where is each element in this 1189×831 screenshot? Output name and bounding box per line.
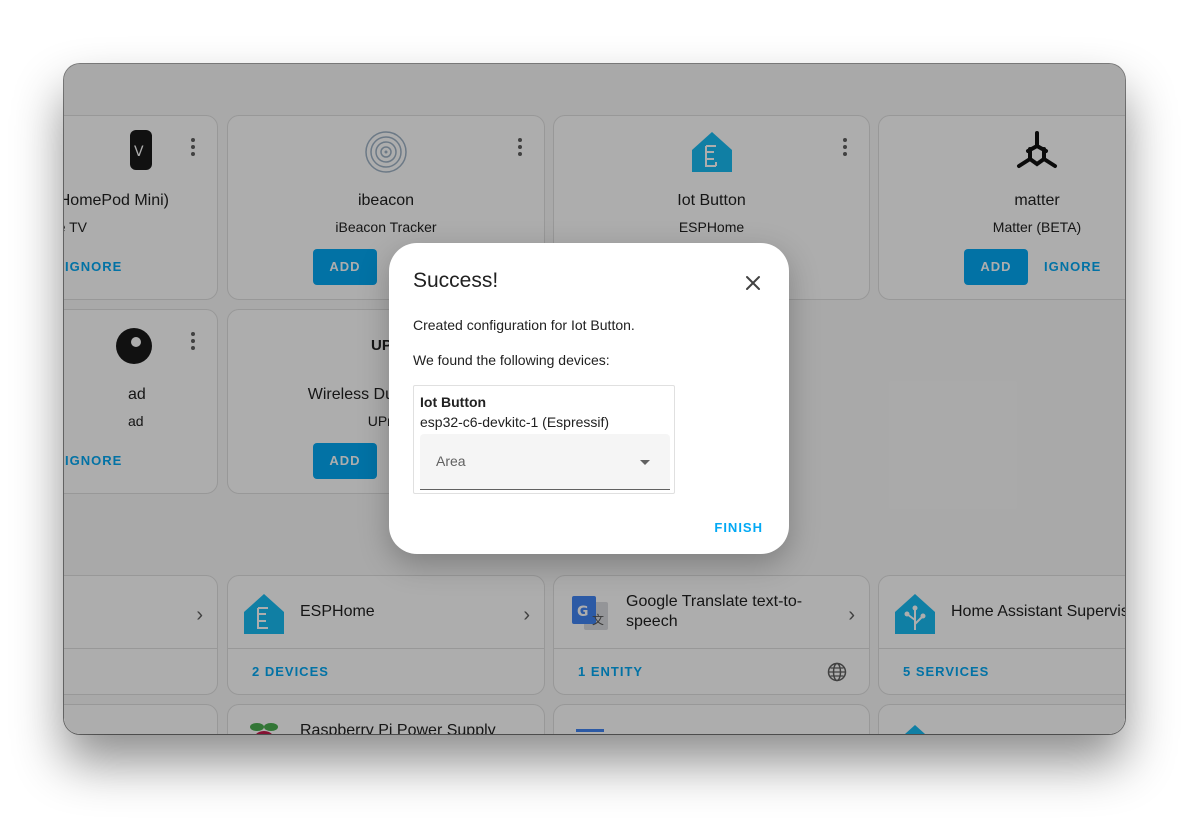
area-select[interactable]: Area: [420, 434, 670, 490]
success-dialog: Success! Created configuration for Iot B…: [389, 243, 789, 554]
app-window: V HomePod Mini) e TV IGNORE ibeacon iBea…: [64, 64, 1125, 734]
area-select-label: Area: [436, 453, 466, 469]
finish-button[interactable]: FINISH: [714, 520, 763, 535]
close-icon[interactable]: [745, 275, 761, 291]
device-name: Iot Button: [420, 394, 487, 410]
dialog-title: Success!: [413, 269, 499, 292]
dropdown-arrow-icon: [640, 460, 650, 465]
device-model: esp32-c6-devkitc-1 (Espressif): [420, 414, 610, 430]
dialog-message: Created configuration for Iot Button.: [413, 317, 635, 333]
dialog-message-devices: We found the following devices:: [413, 352, 610, 368]
device-entry: Iot Button esp32-c6-devkitc-1 (Espressif…: [413, 385, 675, 494]
